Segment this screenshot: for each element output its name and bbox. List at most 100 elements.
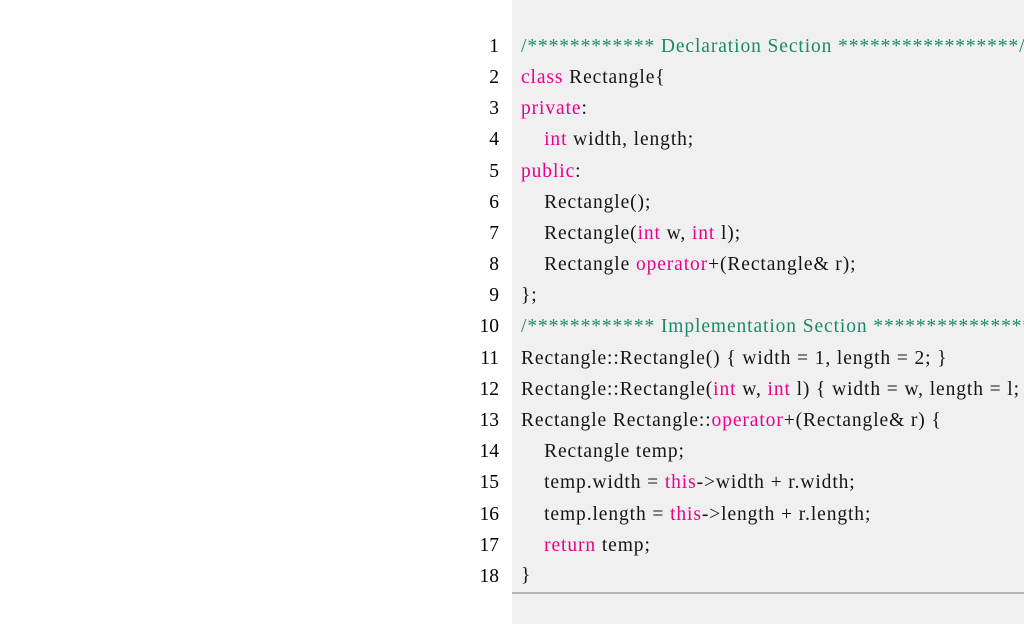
- code-line-content[interactable]: temp.width = this->width + r.width;: [512, 467, 1024, 499]
- line-number: 11: [0, 343, 512, 375]
- line-number: 8: [0, 249, 512, 281]
- line-number: 15: [0, 467, 512, 499]
- code-line-content[interactable]: Rectangle();: [512, 187, 1024, 219]
- code-line: 13 Rectangle Rectangle::operator+(Rectang…: [0, 405, 1024, 437]
- code-token-kw: int: [691, 222, 716, 244]
- code-token-plain: temp.length =: [521, 503, 671, 525]
- code-line-content[interactable]: Rectangle::Rectangle(int w, int l) { wid…: [512, 374, 1024, 406]
- code-line-content[interactable]: return temp;: [512, 530, 1024, 562]
- code-token-kw: public: [521, 160, 576, 182]
- code-token-plain: Rectangle::Rectangle(: [521, 378, 714, 400]
- code-top-padding-body: [512, 0, 1024, 32]
- code-token-plain: Rectangle(: [521, 222, 638, 244]
- line-number: 5: [0, 155, 512, 188]
- code-line-content[interactable]: class Rectangle{: [512, 62, 1024, 94]
- code-line-content[interactable]: Rectangle(int w, int l);: [512, 218, 1024, 250]
- code-token-plain: :: [581, 98, 588, 120]
- code-bottom-rule-gutter: [0, 592, 512, 624]
- code-line-content[interactable]: private:: [512, 93, 1024, 125]
- code-token-plain: l);: [715, 222, 742, 244]
- line-number: 12: [0, 374, 512, 406]
- line-number: 4: [0, 124, 512, 156]
- code-token-plain: w,: [736, 378, 768, 400]
- code-token-plain: :: [575, 160, 582, 182]
- code-token-kw: operator: [711, 410, 784, 432]
- code-line: 1 /************ Declaration Section *****…: [0, 31, 1024, 63]
- code-top-padding: [0, 0, 1024, 32]
- code-line: 14 Rectangle temp;: [0, 436, 1024, 468]
- code-line-content[interactable]: }: [512, 561, 1024, 593]
- line-number: 7: [0, 218, 512, 250]
- code-listing-body: 1 /************ Declaration Section *****…: [0, 0, 1024, 624]
- line-number: 3: [0, 93, 512, 125]
- code-token-kw: return: [544, 534, 597, 556]
- code-token-plain: }: [521, 565, 532, 587]
- code-line-content[interactable]: };: [512, 280, 1024, 312]
- line-number: 14: [0, 436, 512, 468]
- code-line: 6 Rectangle();: [0, 187, 1024, 219]
- code-line: 15 temp.width = this->width + r.width;: [0, 467, 1024, 499]
- code-token-kw: private: [521, 98, 582, 120]
- code-token-plain: Rectangle Rectangle::: [521, 410, 712, 432]
- code-token-plain: Rectangle::Rectangle() { width = 1, leng…: [521, 347, 948, 369]
- code-token-cmt: /************ Implementation Section ***…: [521, 316, 1024, 338]
- code-token-kw: int: [713, 378, 737, 400]
- code-line: 11 Rectangle::Rectangle() { width = 1, le…: [0, 343, 1024, 375]
- code-token-cmt: /************ Declaration Section ******…: [521, 35, 1024, 57]
- code-token-kw: operator: [635, 254, 709, 276]
- code-listing: 1 /************ Declaration Section *****…: [0, 0, 1024, 624]
- code-top-padding-gutter: [0, 0, 512, 32]
- code-token-plain: +(Rectangle& r) {: [783, 410, 942, 432]
- code-listing-table: 1 /************ Declaration Section *****…: [0, 0, 1024, 624]
- code-line: 17 return temp;: [0, 530, 1024, 562]
- code-token-kw: int: [637, 222, 661, 244]
- code-line: 9};: [0, 280, 1024, 312]
- code-line: 12 Rectangle::Rectangle(int w, int l) { w…: [0, 374, 1024, 406]
- code-line: 2 class Rectangle{: [0, 62, 1024, 94]
- code-line-content[interactable]: Rectangle::Rectangle() { width = 1, leng…: [512, 343, 1024, 375]
- code-token-plain: ->length + r.length;: [701, 503, 872, 525]
- code-line: 3 private:: [0, 93, 1024, 125]
- line-number: 10: [0, 311, 512, 344]
- line-number: 16: [0, 499, 512, 531]
- code-token-kw: int: [767, 378, 791, 400]
- code-line-content[interactable]: Rectangle temp;: [512, 436, 1024, 468]
- code-token-kw: this: [664, 472, 697, 494]
- line-number: 1: [0, 31, 512, 63]
- code-line: 4 int width, length;: [0, 124, 1024, 156]
- line-number: 18: [0, 561, 512, 593]
- code-line: 8 Rectangle operator+(Rectangle& r);: [0, 249, 1024, 281]
- code-line-content[interactable]: /************ Implementation Section ***…: [512, 311, 1024, 344]
- code-line-content[interactable]: public:: [512, 155, 1024, 188]
- code-line: 5 public:: [0, 155, 1024, 188]
- line-number: 9: [0, 280, 512, 312]
- code-token-kw: class: [521, 66, 564, 88]
- code-line-content[interactable]: Rectangle operator+(Rectangle& r);: [512, 249, 1024, 281]
- code-token-plain: width, length;: [567, 129, 695, 151]
- code-token-plain: +(Rectangle& r);: [708, 254, 857, 276]
- line-number: 13: [0, 405, 512, 437]
- code-token-plain: Rectangle: [521, 254, 636, 276]
- code-token-plain: Rectangle();: [521, 191, 652, 213]
- code-token-plain: w,: [660, 222, 692, 244]
- code-bottom-rule-body: [512, 591, 1024, 624]
- code-token-plain: temp;: [596, 534, 651, 556]
- line-number: 17: [0, 530, 512, 562]
- code-token-kw: int: [544, 129, 568, 151]
- code-line-content[interactable]: temp.length = this->length + r.length;: [512, 499, 1024, 531]
- code-bottom-rule: [0, 591, 1024, 624]
- code-token-plain: temp.width =: [521, 472, 665, 494]
- code-token-kw: this: [670, 503, 702, 525]
- code-token-plain: ->width + r.width;: [696, 472, 856, 494]
- line-number: 2: [0, 62, 512, 94]
- code-line: 18}: [0, 561, 1024, 593]
- code-line-content[interactable]: int width, length;: [512, 124, 1024, 156]
- code-line-content[interactable]: /************ Declaration Section ******…: [512, 31, 1024, 63]
- code-line: 7 Rectangle(int w, int l);: [0, 218, 1024, 250]
- code-token-plain: Rectangle{: [563, 66, 666, 88]
- code-token-plain: Rectangle temp;: [521, 441, 685, 463]
- code-line: 16 temp.length = this->length + r.length…: [0, 499, 1024, 531]
- code-line-content[interactable]: Rectangle Rectangle::operator+(Rectangle…: [512, 405, 1024, 437]
